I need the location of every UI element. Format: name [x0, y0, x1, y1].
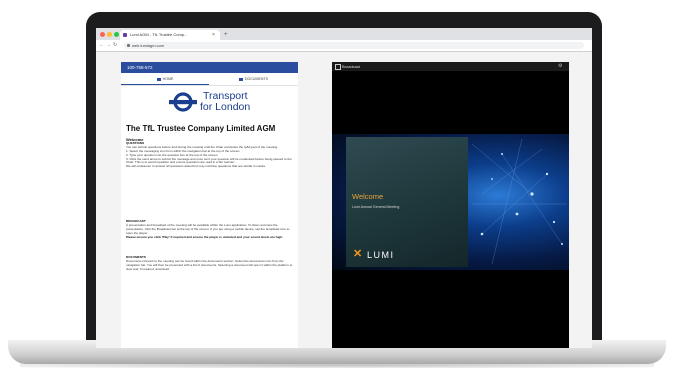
documents-text: Documents relevant to the meeting can be… [126, 258, 293, 271]
lock-icon [127, 44, 130, 47]
welcome-title: Welcome [352, 192, 384, 201]
welcome-card [346, 137, 468, 267]
window-zoom-dot[interactable] [114, 32, 119, 37]
meeting-info-panel: 100-758-572 HOME DOCUMENTS Transport for… [121, 62, 298, 348]
meeting-id-bar: 100-758-572 [121, 62, 298, 73]
broadcast-panel: Broadcast ⚙ Welcome Lumi Annual General … [332, 62, 569, 348]
broadcast-bar[interactable]: Broadcast [332, 62, 569, 71]
url-field[interactable]: web.lumiagm.com [124, 42, 584, 49]
tab-home[interactable]: HOME [121, 73, 209, 85]
window-minimize-dot[interactable] [107, 32, 112, 37]
tab-favicon-icon [123, 33, 127, 37]
broadcast-text: A presentation and broadcast of the meet… [126, 222, 290, 235]
lumi-logo-text: LUMI [367, 250, 395, 260]
tab-title: Lumi AGM - TfL Trustee Comp... [130, 32, 188, 37]
welcome-section: Welcome QUESTIONS You can submit questio… [126, 138, 294, 169]
documents-icon [238, 77, 243, 81]
tfl-logo-line2: for London [200, 101, 251, 113]
back-arrow-icon[interactable]: ← [99, 40, 104, 51]
meeting-title: The TfL Trustee Company Limited AGM [126, 124, 276, 133]
broadcast-note: Please ensure you click 'Play' if requir… [126, 234, 284, 239]
reload-icon[interactable]: ↻ [113, 40, 117, 51]
tfl-roundel-logo [169, 92, 197, 112]
broadcast-section: BROADCAST A presentation and broadcast o… [126, 219, 294, 240]
window-close-dot[interactable] [100, 32, 105, 37]
questions-step: We will endeavour to answer all question… [126, 164, 267, 169]
tab-home-label: HOME [162, 77, 174, 81]
forward-arrow-icon[interactable]: → [106, 40, 111, 51]
broadcast-icon [335, 64, 341, 70]
welcome-subtitle: Lumi Annual General Meeting [352, 205, 400, 209]
tab-close-icon[interactable]: × [212, 30, 215, 40]
broadcast-settings-icon[interactable]: ⚙ [558, 62, 562, 71]
home-icon [156, 77, 161, 81]
new-tab-button[interactable]: + [224, 30, 228, 40]
tab-documents[interactable]: DOCUMENTS [209, 73, 298, 85]
tab-documents-label: DOCUMENTS [244, 77, 269, 81]
laptop-screen: Lumi AGM - TfL Trustee Comp... × + ← → ↻… [96, 28, 592, 348]
meeting-nav: HOME DOCUMENTS [121, 73, 298, 86]
browser-tab[interactable]: Lumi AGM - TfL Trustee Comp... [120, 30, 220, 40]
lumi-logo-mark-icon: ✕ [353, 248, 363, 260]
documents-section: DOCUMENTS Documents relevant to the meet… [126, 255, 294, 272]
